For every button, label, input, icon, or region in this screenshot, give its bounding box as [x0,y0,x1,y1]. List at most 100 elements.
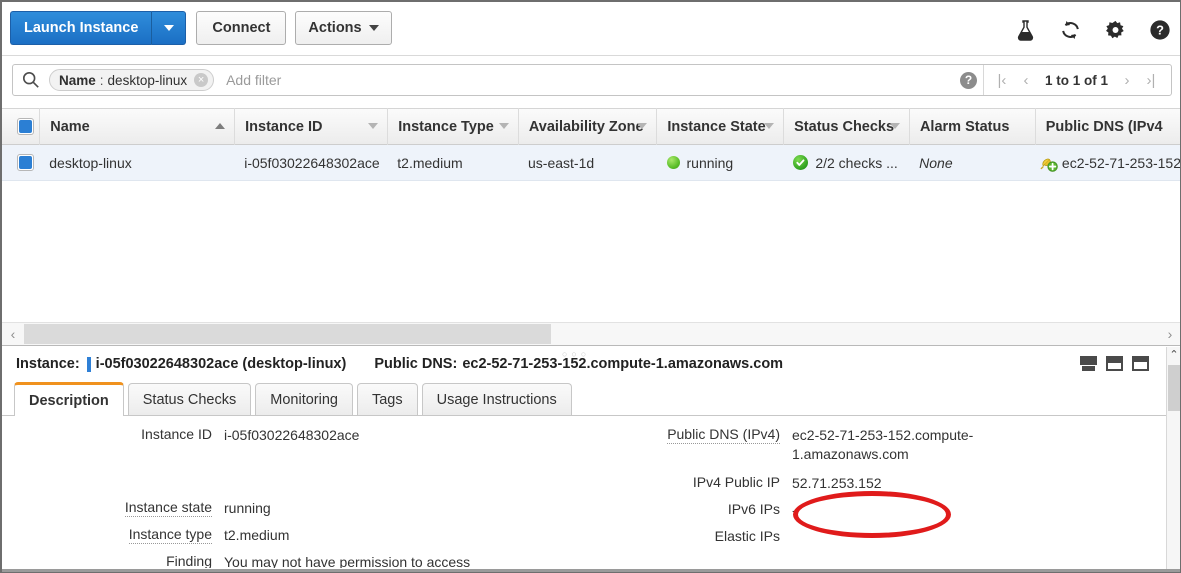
tab-usage-instructions[interactable]: Usage Instructions [421,383,572,415]
table-header-row: Name Instance ID Instance Type Availabil… [2,108,1180,145]
pagination-prev-button[interactable]: ‹ [1014,72,1038,89]
tab-label: Tags [371,391,403,408]
pagination-last-button[interactable]: ›| [1139,72,1163,89]
select-all-checkbox[interactable] [17,118,35,135]
detail-value: You may not have permission to access [224,554,471,568]
filter-bar[interactable]: Name : desktop-linux × Add filter ? |‹ ‹… [12,64,1172,96]
detail-label: Public DNS (IPv4) [667,426,780,444]
panel-maximize-icon[interactable] [1080,356,1097,371]
instances-table: Name Instance ID Instance Type Availabil… [2,108,1181,322]
cell-availability-zone: us-east-1d [528,154,595,171]
detail-field-finding: Finding You may not have permission to a… [2,553,602,568]
scroll-left-button[interactable]: ‹ [2,326,24,342]
filter-pill-value: desktop-linux [107,72,188,88]
table-row[interactable]: desktop-linux i-05f03022648302ace t2.med… [2,145,1181,181]
column-label: Alarm Status [919,118,1010,135]
create-alarm-icon[interactable] [1035,153,1062,172]
horizontal-scroll-thumb[interactable] [24,324,551,344]
detail-value: t2.medium [224,527,290,543]
column-label: Availability Zone [528,118,644,135]
tab-monitoring[interactable]: Monitoring [255,383,353,415]
help-icon[interactable]: ? [1149,19,1171,41]
filter-help-icon[interactable]: ? [959,71,977,89]
details-right-column: Public DNS (IPv4) ec2-52-71-253-152.comp… [622,426,1142,552]
row-checkbox[interactable] [17,154,35,171]
connect-button[interactable]: Connect [196,11,287,45]
horizontal-scrollbar[interactable]: ‹ › [2,322,1180,346]
detail-field-ipv6-ips: IPv6 IPs - [622,501,1142,520]
scroll-up-button[interactable]: ⌃ [1167,347,1180,363]
filter-pill-name[interactable]: Name : desktop-linux × [49,69,215,91]
chevron-down-icon [764,123,775,129]
actions-button[interactable]: Actions [295,11,392,45]
status-checks-text: 2/2 checks ... [815,154,898,171]
details-instance-title: i-05f03022648302ace (desktop-linux) [95,356,347,372]
details-left-column: Instance ID i-05f03022648302ace Instance… [2,426,602,568]
close-icon[interactable]: × [194,73,209,87]
detail-field-instance-state: Instance state running [2,499,602,518]
detail-label: IPv4 Public IP [692,474,780,490]
cell-instance-type: t2.medium [397,154,463,171]
cell-alarm-status: None [919,154,953,171]
tab-status-checks[interactable]: Status Checks [127,383,252,415]
vertical-scroll-thumb[interactable] [1168,365,1180,411]
column-header-status-checks[interactable]: Status Checks [783,108,909,145]
details-vertical-scrollbar[interactable]: ⌃ [1166,347,1180,572]
chevron-down-icon [637,123,648,129]
cell-name: desktop-linux [49,154,132,171]
detail-field-instance-id: Instance ID i-05f03022648302ace [2,426,602,445]
column-header-public-dns[interactable]: Public DNS (IPv4 [1034,108,1180,145]
sort-ascending-icon [215,123,226,129]
resize-grip-icon[interactable]: ○○○ [562,349,590,359]
launch-instance-label: Launch Instance [24,20,139,36]
toolbar-icon-group: ? [1015,19,1171,41]
column-header-alarm-status[interactable]: Alarm Status [908,108,1035,145]
pagination-first-button[interactable]: |‹ [990,72,1014,89]
column-header-availability-zone[interactable]: Availability Zone [517,108,656,145]
column-header-instance-id[interactable]: Instance ID [234,108,387,145]
add-filter-input[interactable]: Add filter [226,72,960,88]
scroll-right-button[interactable]: › [1159,326,1180,342]
tab-tags[interactable]: Tags [356,383,418,415]
pagination: |‹ ‹ 1 to 1 of 1 › ›| [982,65,1171,95]
column-header-instance-state[interactable]: Instance State [656,108,783,145]
panel-split-icon[interactable] [1106,356,1123,371]
launch-instance-button[interactable]: Launch Instance [10,11,153,45]
detail-value: ec2-52-71-253-152.compute-1.amazonaws.co… [792,427,974,462]
launch-instance-dropdown-button[interactable] [152,11,187,45]
column-header-instance-type[interactable]: Instance Type [387,108,518,145]
tab-description[interactable]: Description [14,382,124,416]
detail-field-instance-type: Instance type t2.medium [2,526,602,545]
row-checkbox-cell[interactable] [2,145,39,181]
chevron-down-icon [889,123,900,129]
tab-label: Usage Instructions [436,391,557,408]
gear-icon[interactable] [1105,19,1126,41]
tab-label: Monitoring [270,391,338,408]
panel-size-icon-group [1080,356,1149,371]
top-toolbar: Launch Instance Connect Actions ? [2,2,1180,56]
flask-icon[interactable] [1015,19,1036,41]
svg-text:?: ? [1156,23,1164,38]
cell-public-dns: ec2-52-71-253-152 [1061,154,1181,171]
chevron-down-icon [368,123,379,129]
connect-label: Connect [212,20,271,36]
horizontal-scroll-track[interactable] [24,323,1159,345]
refresh-icon[interactable] [1059,19,1082,41]
column-header-name[interactable]: Name [39,108,234,145]
detail-label: Instance state [124,499,212,517]
tab-label: Status Checks [142,391,237,408]
select-all-checkbox-cell[interactable] [2,108,39,145]
status-running-icon [666,156,680,169]
filter-pill-key: Name [59,72,96,88]
cell-instance-id: i-05f03022648302ace [244,154,380,171]
instance-state-text: running [686,154,734,171]
chevron-down-icon [163,25,174,31]
pagination-next-button[interactable]: › [1115,72,1139,89]
detail-value: i-05f03022648302ace [224,427,360,443]
column-label: Public DNS (IPv4 [1045,118,1163,135]
panel-minimize-icon[interactable] [1132,356,1149,371]
column-label: Instance Type [398,118,494,135]
window-bottom-edge [2,569,1180,572]
instance-color-indicator [86,356,91,372]
check-ok-icon [793,155,809,170]
